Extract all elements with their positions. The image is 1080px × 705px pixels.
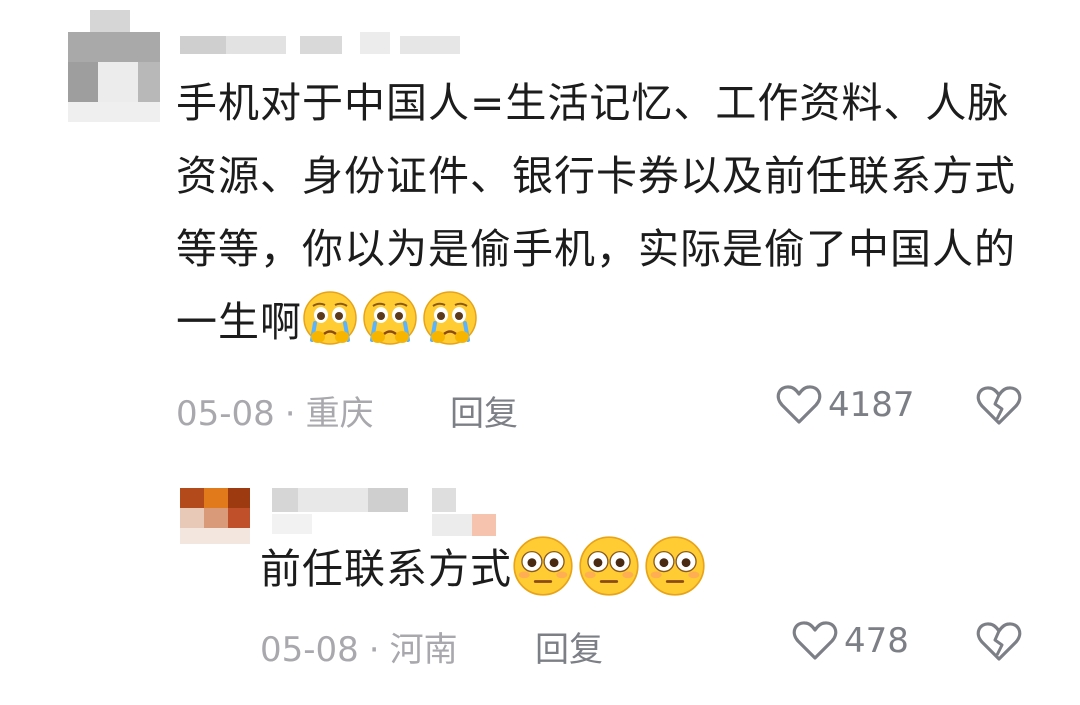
- reply-button[interactable]: 回复: [450, 386, 518, 435]
- heart-icon: [776, 385, 822, 424]
- comment-location: 河南: [389, 630, 458, 670]
- broken-heart-icon[interactable]: [976, 385, 1022, 427]
- comment-meta: 05-08 · 重庆: [176, 386, 374, 435]
- flushed-face-emoji-icon: [644, 535, 706, 597]
- comment-location: 重庆: [305, 394, 374, 434]
- username[interactable]: [272, 488, 512, 536]
- username[interactable]: [180, 32, 480, 58]
- crying-face-emoji-icon: [302, 290, 358, 346]
- comment-text: 手机对于中国人=生活记忆、工作资料、人脉资源、身份证件、银行卡券以及前任联系方式…: [176, 67, 1036, 359]
- comment-date: 05-08: [260, 630, 359, 670]
- comment-text: 前任联系方式: [260, 533, 1020, 606]
- meta-separator: ·: [368, 630, 380, 670]
- comment-date: 05-08: [176, 394, 275, 434]
- crying-face-emoji-icon: [422, 290, 478, 346]
- avatar[interactable]: [180, 488, 250, 544]
- comment-item: 手机对于中国人=生活记忆、工作资料、人脉资源、身份证件、银行卡券以及前任联系方式…: [0, 0, 1080, 450]
- avatar[interactable]: [68, 10, 160, 122]
- comment-meta: 05-08 · 河南: [260, 622, 458, 671]
- broken-heart-icon[interactable]: [976, 621, 1022, 663]
- like-count: 4187: [828, 385, 915, 425]
- flushed-face-emoji-icon: [512, 535, 574, 597]
- like-button[interactable]: 4187: [776, 384, 915, 426]
- comment-text-content: 前任联系方式: [260, 545, 512, 593]
- reply-button[interactable]: 回复: [535, 622, 603, 671]
- heart-icon: [792, 621, 838, 660]
- meta-separator: ·: [284, 394, 296, 434]
- crying-face-emoji-icon: [362, 290, 418, 346]
- like-button[interactable]: 478: [792, 620, 909, 662]
- reply-comment-item: 前任联系方式 05-08 · 河南 回复 478: [0, 470, 1080, 705]
- flushed-face-emoji-icon: [578, 535, 640, 597]
- like-count: 478: [844, 621, 909, 661]
